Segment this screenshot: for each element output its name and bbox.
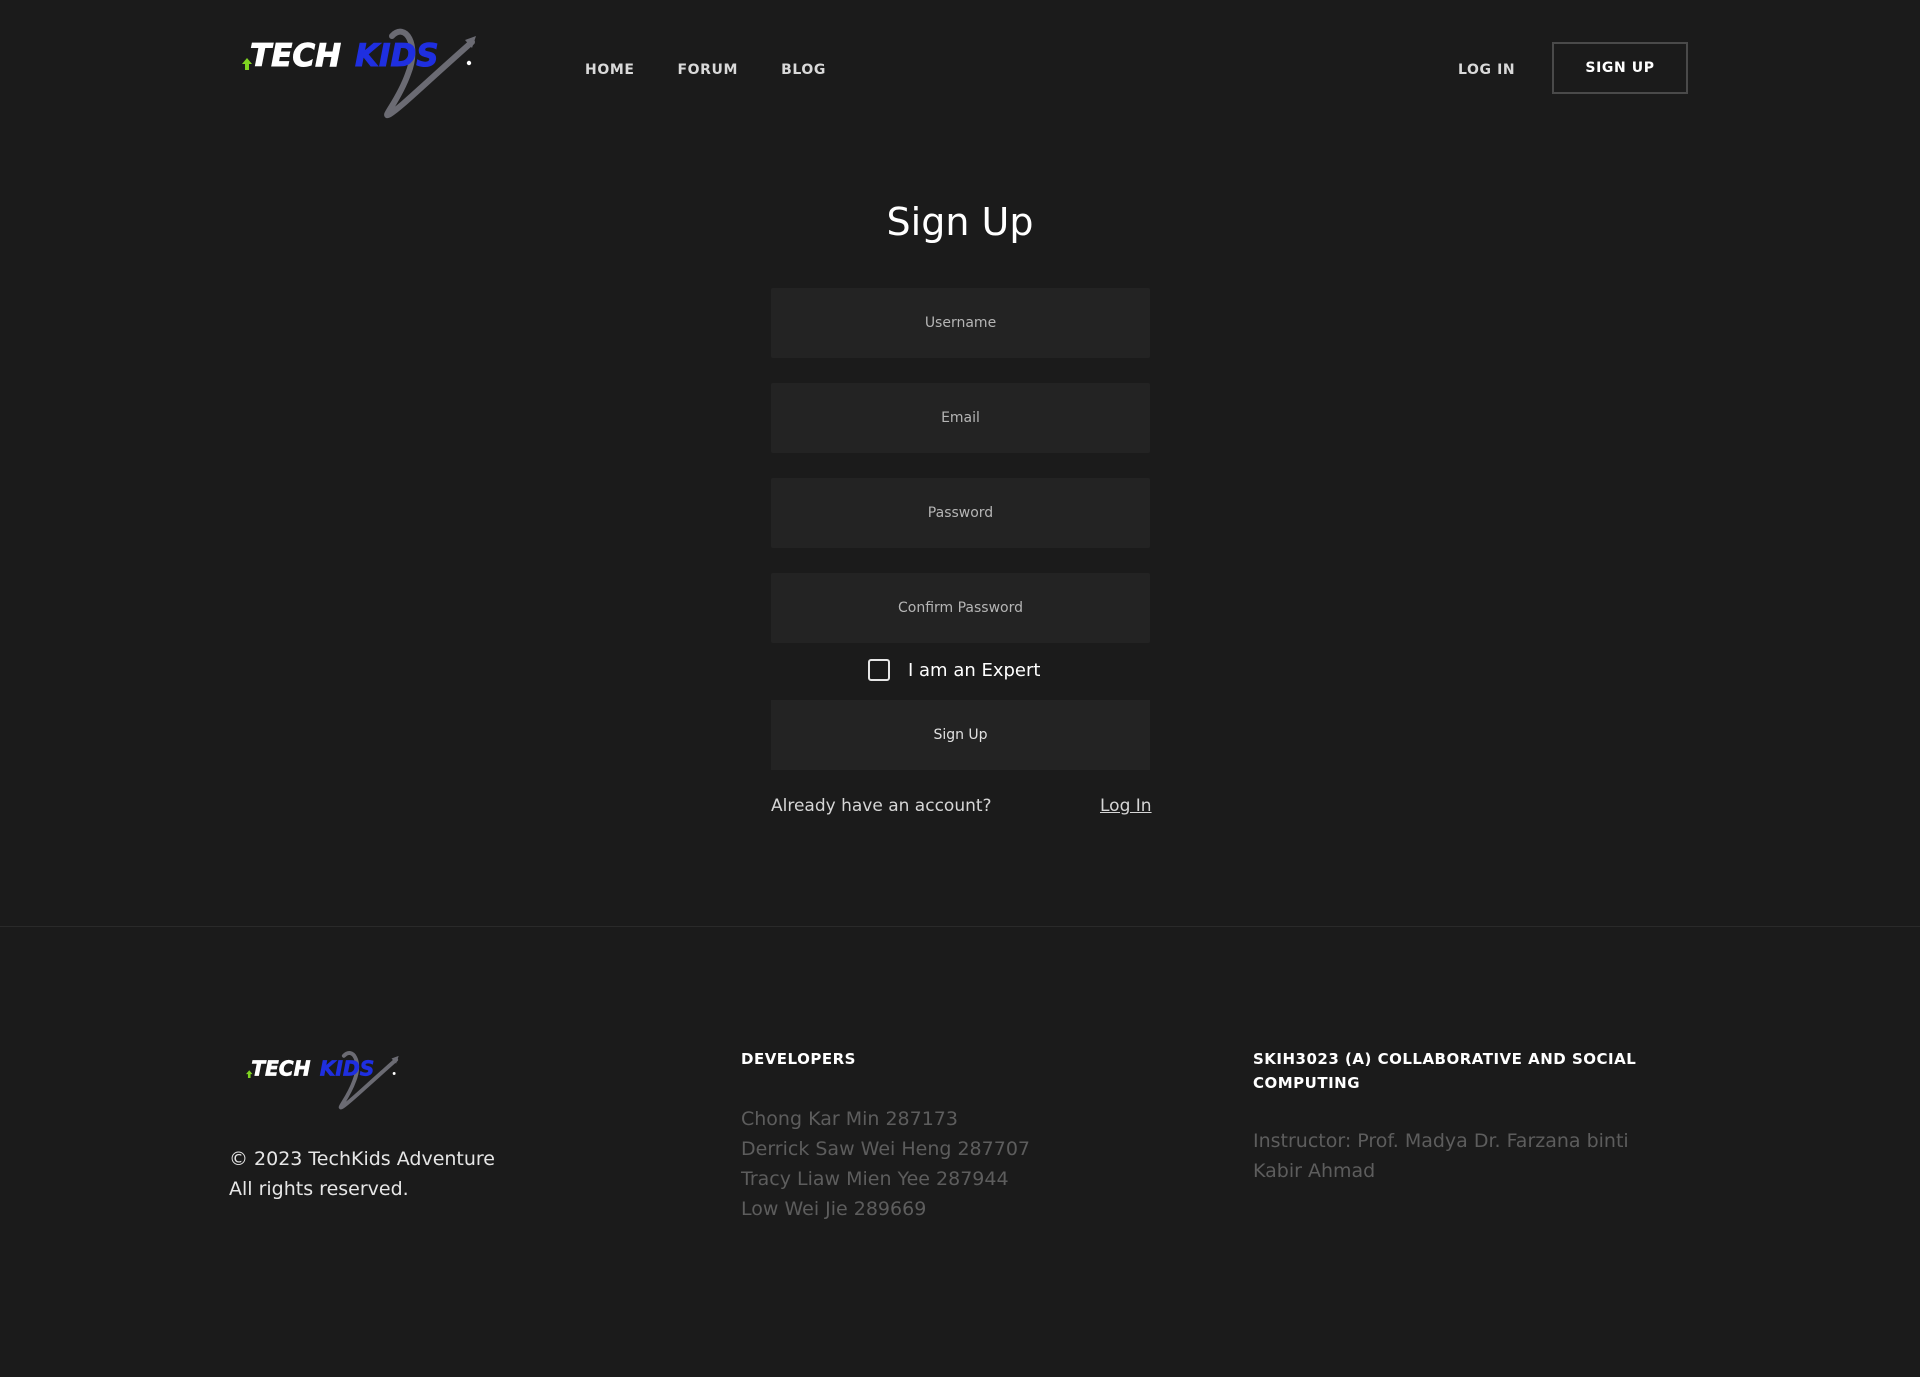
techkids-logo[interactable]: TECH KIDS (240, 24, 480, 119)
logo-kids-text: KIDS (355, 38, 439, 74)
developer-item: Derrick Saw Wei Heng 287707 (741, 1138, 1030, 1160)
expert-checkbox[interactable] (868, 659, 890, 681)
developers-list: Chong Kar Min 287173 Derrick Saw Wei Hen… (741, 1104, 1030, 1224)
nav-blog-link[interactable]: BLOG (781, 58, 826, 82)
password-input[interactable] (771, 478, 1150, 548)
form-login-link[interactable]: Log In (1100, 796, 1152, 816)
developers-heading: DEVELOPERS (741, 1050, 856, 1068)
expert-option: I am an Expert (868, 655, 1040, 685)
course-heading: SKIH3023 (A) COLLABORATIVE AND SOCIAL CO… (1253, 1050, 1637, 1092)
footer-logo-tech-text: TECH (251, 1056, 310, 1080)
rights-line: All rights reserved. (229, 1178, 409, 1200)
username-input[interactable] (771, 288, 1150, 358)
developer-item: Low Wei Jie 289669 (741, 1198, 927, 1220)
submit-signup-button[interactable]: Sign Up (771, 700, 1150, 770)
logo-dot (466, 60, 472, 66)
page-title: Sign Up (886, 200, 1034, 244)
footer-logo-dot (392, 1072, 396, 1075)
email-input[interactable] (771, 383, 1150, 453)
footer-logo-kids-text: KIDS (320, 1056, 375, 1080)
footer-divider (0, 926, 1920, 927)
nav-home-link[interactable]: HOME (585, 58, 635, 82)
logo-tech-text: TECH (250, 38, 341, 74)
copyright: © 2023 TechKids Adventure All rights res… (229, 1144, 495, 1204)
main-nav: HOME FORUM BLOG (585, 58, 869, 82)
nav-forum-link[interactable]: FORUM (678, 58, 739, 82)
confirm-password-input[interactable] (771, 573, 1150, 643)
copyright-line: © 2023 TechKids Adventure (229, 1148, 495, 1170)
already-account-text: Already have an account? (771, 796, 992, 816)
site-header: TECH KIDS HOME FORUM BLOG LOG IN SIGN UP (0, 0, 1920, 140)
developer-item: Chong Kar Min 287173 (741, 1108, 958, 1130)
developer-item: Tracy Liaw Mien Yee 287944 (741, 1168, 1009, 1190)
header-signup-button[interactable]: SIGN UP (1552, 42, 1688, 94)
header-login-link[interactable]: LOG IN (1458, 58, 1515, 82)
expert-label[interactable]: I am an Expert (908, 660, 1040, 681)
instructor-text: Instructor: Prof. Madya Dr. Farzana bint… (1253, 1130, 1629, 1182)
footer-techkids-logo: TECH KIDS (245, 1051, 399, 1110)
